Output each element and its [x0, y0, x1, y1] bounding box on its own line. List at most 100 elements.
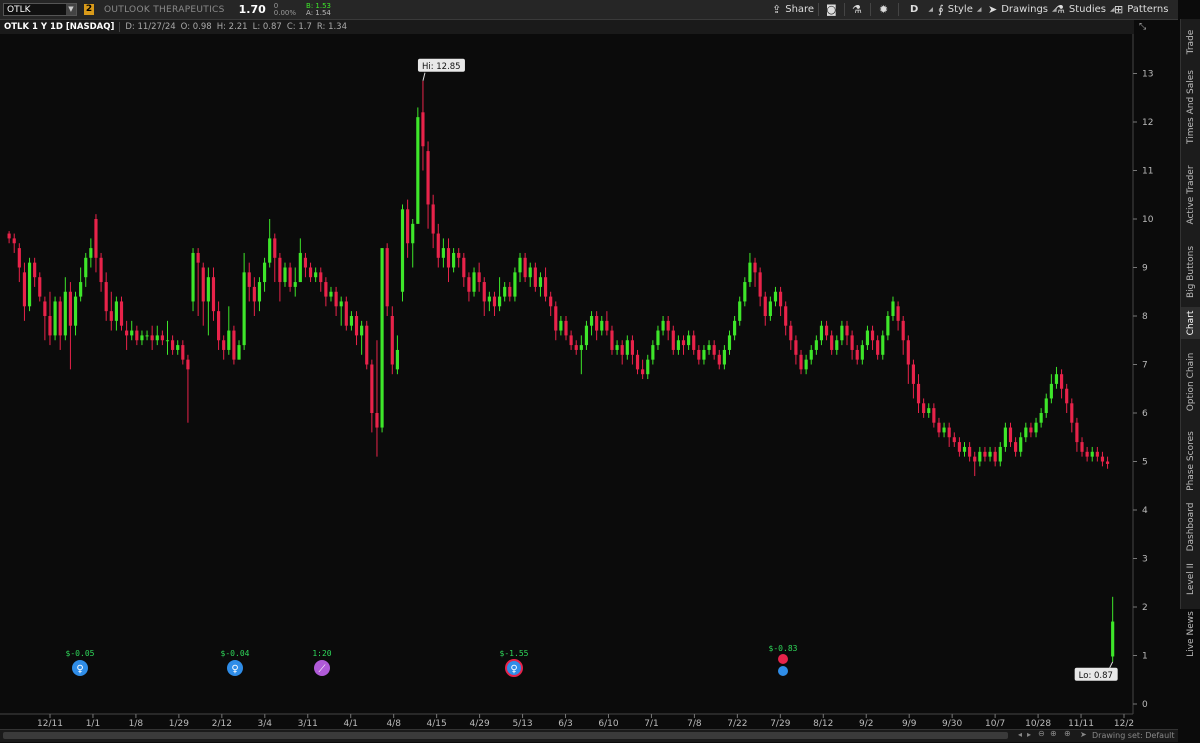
gear-icon: ✹ [879, 3, 889, 16]
side-tab-label: Active Trader [1186, 165, 1196, 225]
candle-body [564, 320, 568, 336]
bar-range: R: 1.34 [316, 22, 347, 32]
candle-body [1039, 413, 1043, 423]
symbol-text: OTLK [7, 5, 31, 15]
candle-body [84, 257, 88, 278]
candle-body [344, 301, 348, 326]
x-tick-label: 1/1 [86, 719, 100, 727]
candle-body [492, 296, 497, 307]
price-chart[interactable]: 0 1 2 3 4 5 6 7 8 9 10 11 12 13 12/11 1/1 1/8 1/29 2/12 3/4… [0, 34, 1178, 729]
chart-settings-button[interactable]: ◙ [826, 0, 841, 19]
candle-body [998, 446, 1002, 462]
chevron-down-icon[interactable]: ▼ [66, 4, 76, 15]
zoom-in-icon[interactable]: ⊕ [1050, 729, 1057, 738]
candle-body [508, 286, 512, 297]
candle-body [283, 267, 287, 283]
ask-price: A: 1.54 [306, 8, 331, 17]
candle-body [191, 252, 195, 302]
candle-body [528, 267, 532, 278]
candle-body [835, 340, 839, 350]
candle-body [1044, 398, 1048, 413]
side-tab-label: Big Buttons [1186, 245, 1196, 299]
candle-body [1034, 422, 1038, 433]
scrollbar-thumb[interactable] [3, 732, 1008, 739]
candle-body [824, 325, 829, 336]
candle-body [937, 422, 941, 433]
chart-svg[interactable]: 01234567891011121312/11 1/1 1/8 1/29 2/12 3/4… [0, 34, 1178, 729]
patterns-button[interactable]: ⊞ Patterns [1114, 0, 1168, 19]
candle-body [850, 335, 854, 350]
candle-body [671, 330, 675, 350]
toolbar-divider [844, 3, 845, 16]
candle-body [314, 272, 318, 278]
symbol-input[interactable]: OTLK ▼ [3, 3, 77, 16]
scroll-left-icon[interactable]: ◂ [1018, 730, 1022, 739]
candle-body [886, 316, 890, 336]
candle-body [906, 340, 910, 365]
candle-body [160, 335, 164, 341]
chart-info-bar: OTLK 1 Y 1D [NASDAQ] D: 11/27/24 O: 0.98… [0, 20, 1134, 34]
candle-body [748, 262, 752, 283]
candle-body [48, 316, 52, 336]
aggregation-button[interactable]: D ◢ [910, 0, 933, 19]
cursor-icon: ➤ [988, 3, 998, 16]
flask-button[interactable]: ⚗ [852, 0, 866, 19]
side-tab-chart[interactable]: Chart [1181, 307, 1200, 339]
gear-button[interactable]: ✹ [879, 0, 892, 19]
last-price: 1.70 [238, 3, 266, 16]
candle-body [733, 320, 737, 336]
studies-button[interactable]: ⚗ Studies ◢ [1055, 0, 1115, 19]
crosshair-icon[interactable]: ⊕ [1064, 729, 1071, 738]
share-button[interactable]: ⇪ Share [772, 0, 814, 19]
candle-body [232, 330, 236, 360]
candle-body [288, 267, 292, 287]
candle-body [416, 117, 420, 224]
candle-body [1054, 374, 1059, 384]
side-tab-big-buttons[interactable]: Big Buttons [1181, 237, 1200, 307]
horizontal-scrollbar[interactable]: ◂ ▸ ⊖ ⊕ ⊕ ➤ Drawing set: Default [0, 729, 1178, 742]
side-tab-label: Live News [1186, 611, 1196, 657]
candle-body [293, 282, 297, 287]
side-tab-trade[interactable]: Trade [1181, 23, 1200, 61]
candle-body [426, 151, 430, 205]
collapse-icon[interactable]: ⤡ [1139, 22, 1151, 32]
drawings-button[interactable]: ➤ Drawings ◢ [988, 0, 1057, 19]
candle-body [319, 272, 323, 283]
candle-body [896, 306, 900, 321]
candle-body [487, 296, 491, 302]
candle-body [625, 340, 629, 355]
side-tab-level-ii[interactable]: Level II [1181, 557, 1200, 601]
side-tab-option-chain[interactable]: Option Chain [1181, 339, 1200, 425]
candle-body [876, 340, 880, 355]
link-group-badge[interactable]: 2 [84, 4, 94, 15]
side-tab-phase-scores[interactable]: Phase Scores [1181, 425, 1200, 497]
candle-body [804, 359, 808, 370]
candle-body [247, 272, 251, 287]
x-tick-label: 6/10 [598, 719, 618, 727]
side-tab-active-trader[interactable]: Active Trader [1181, 153, 1200, 237]
zoom-out-icon[interactable]: ⊖ [1038, 729, 1045, 738]
candle-body [794, 340, 798, 355]
side-tab-dashboard[interactable]: Dashboard [1181, 497, 1200, 557]
candle-body [334, 291, 338, 307]
candle-body [181, 345, 185, 360]
candle-body [472, 272, 476, 292]
candle-body [308, 267, 313, 278]
candle-body [927, 408, 931, 413]
candle-body [99, 257, 103, 283]
candle-body [1105, 461, 1110, 464]
side-tab-live-news[interactable]: Live News [1181, 601, 1200, 667]
candle-body [400, 209, 405, 292]
x-tick-label: 10/28 [1025, 719, 1051, 727]
x-tick-label: 5/13 [512, 719, 532, 727]
x-tick-label: 1/8 [129, 719, 144, 727]
candle-body [135, 330, 139, 341]
candle-body [513, 272, 517, 297]
side-tab-times-and-sales[interactable]: Times And Sales [1181, 61, 1200, 153]
candle-body [1024, 427, 1028, 438]
candle-body [375, 413, 379, 428]
style-button[interactable]: ∮ Style ◢ [938, 0, 981, 19]
candle-body [155, 335, 159, 341]
scroll-right-icon[interactable]: ▸ [1027, 730, 1031, 739]
candle-body [298, 252, 302, 283]
